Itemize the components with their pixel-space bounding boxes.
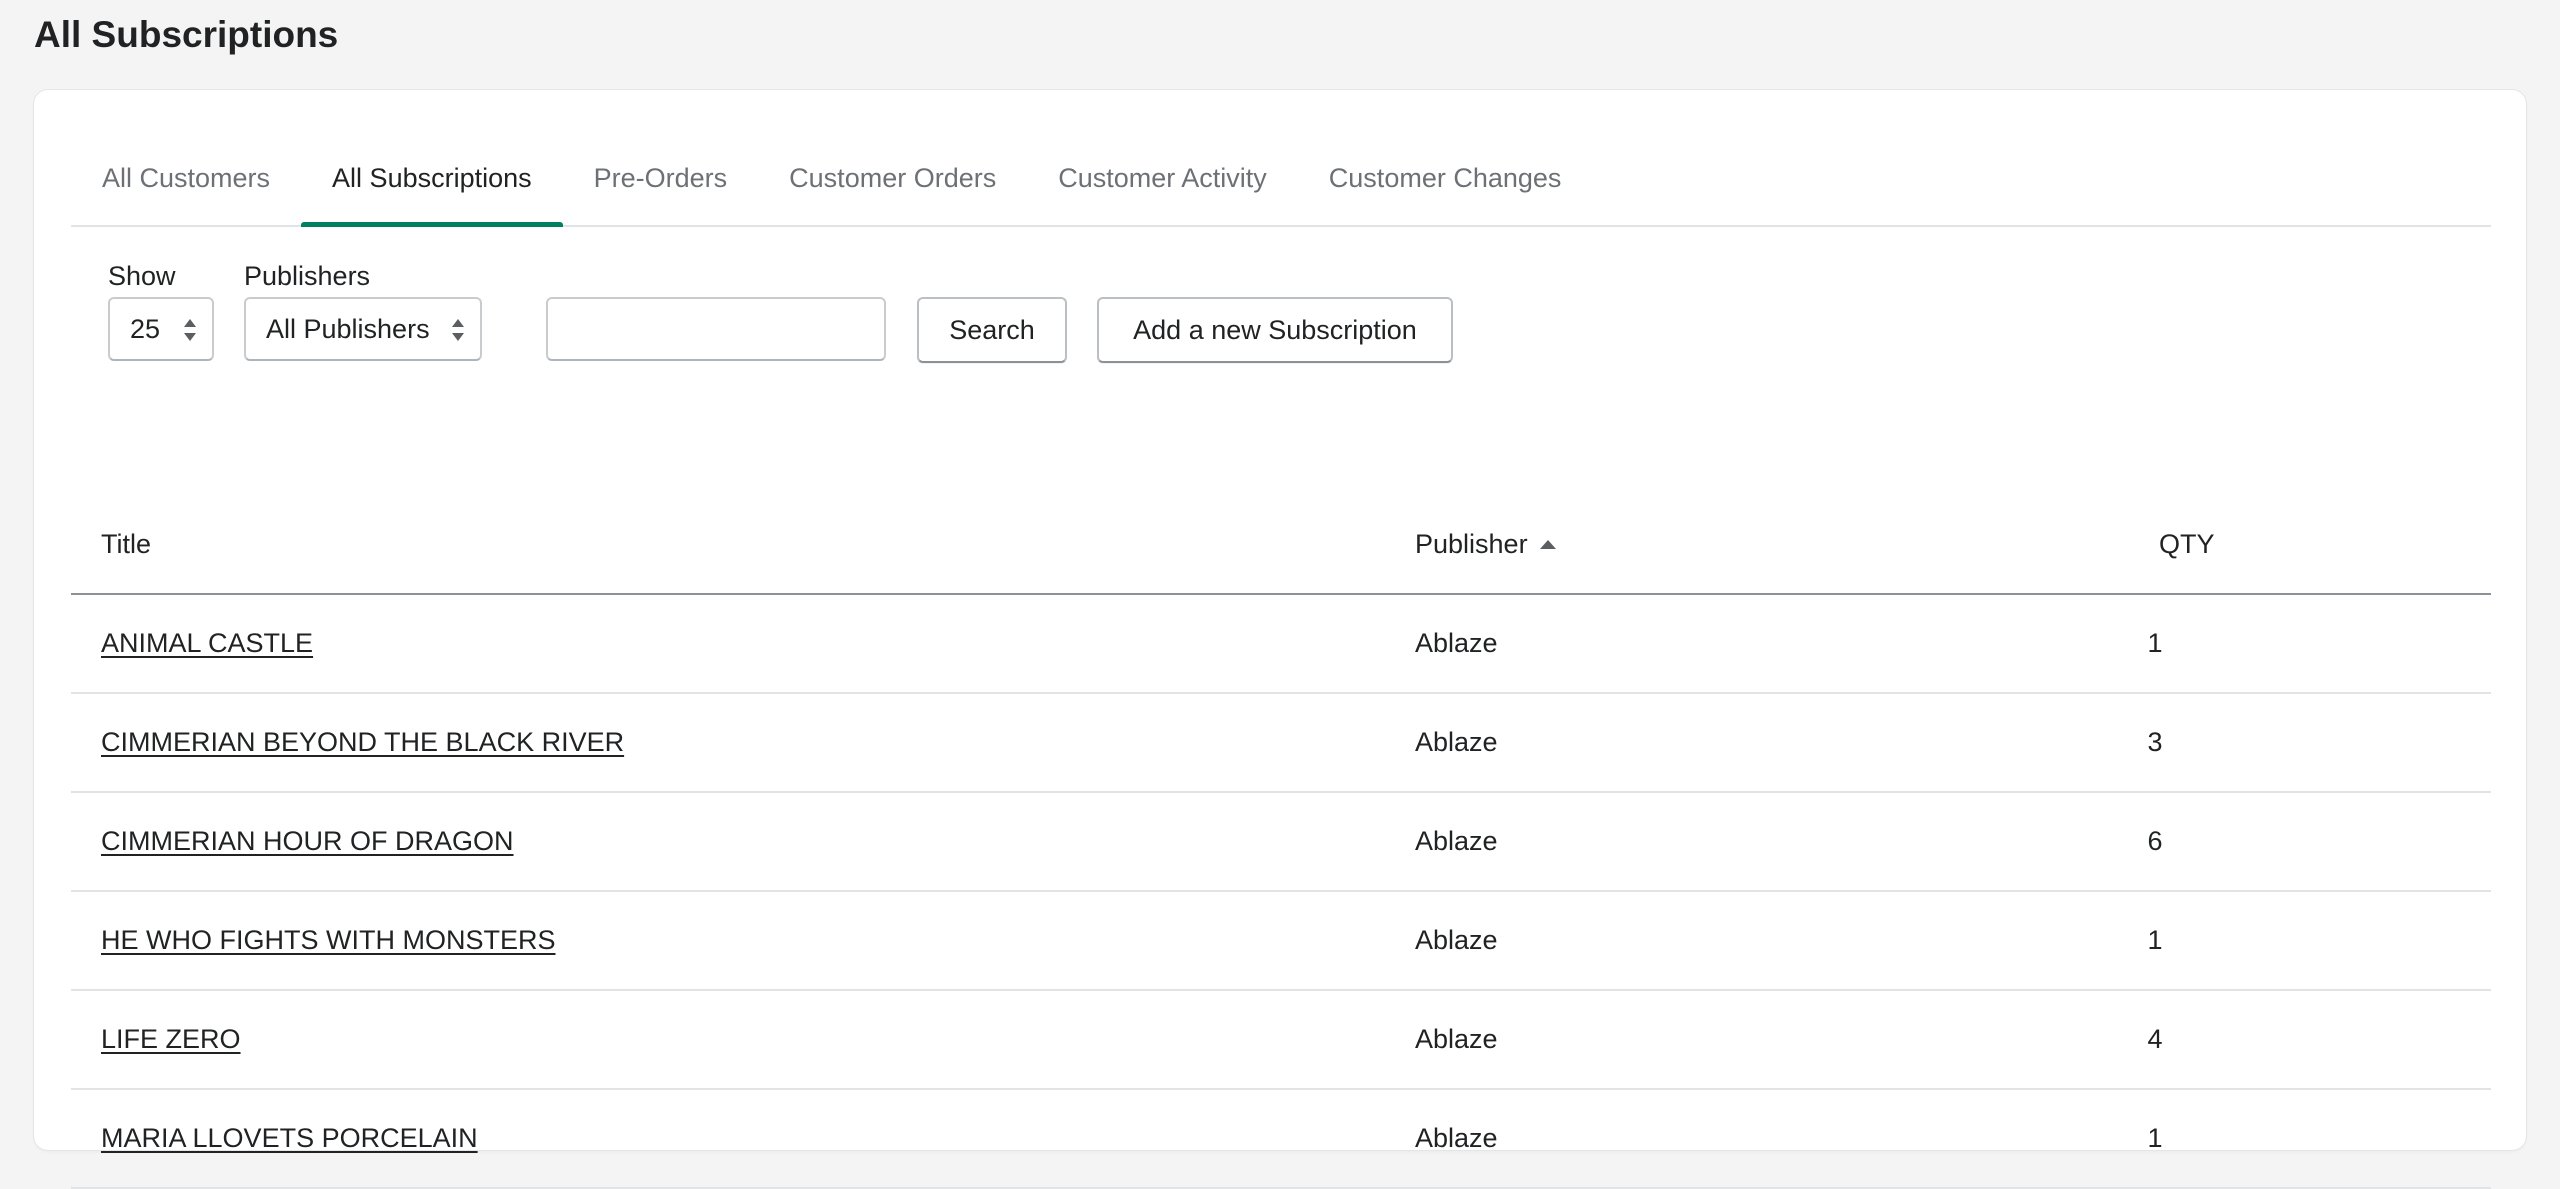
show-label: Show bbox=[108, 261, 176, 291]
search-input[interactable] bbox=[546, 297, 886, 361]
publisher-cell: Ablaze bbox=[1415, 891, 2145, 991]
qty-cell: 4 bbox=[2147, 1024, 2163, 1054]
publisher-cell: Ablaze bbox=[1415, 990, 2145, 1090]
search-button[interactable]: Search bbox=[917, 297, 1067, 363]
tab-customer-orders[interactable]: Customer Orders bbox=[758, 150, 1027, 225]
table-row: ANIMAL CASTLE Ablaze 1 bbox=[71, 594, 2491, 694]
qty-column-header[interactable]: QTY bbox=[2145, 495, 2491, 595]
subscription-title-link[interactable]: ANIMAL CASTLE bbox=[101, 628, 313, 658]
publisher-header-label: Publisher bbox=[1415, 528, 1528, 559]
page-size-value: 25 bbox=[130, 314, 161, 344]
qty-cell: 3 bbox=[2147, 727, 2163, 757]
publisher-cell: Ablaze bbox=[1415, 1089, 2145, 1189]
publisher-cell: Ablaze bbox=[1415, 693, 2145, 793]
page-title: All Subscriptions bbox=[34, 14, 339, 55]
table-row: MARIA LLOVETS PORCELAIN Ablaze 1 bbox=[71, 1089, 2491, 1189]
subscription-title-link[interactable]: HE WHO FIGHTS WITH MONSTERS bbox=[101, 925, 555, 955]
publishers-select[interactable]: All Publishers bbox=[244, 297, 482, 361]
select-arrows-icon bbox=[184, 319, 196, 341]
subscriptions-card: All Customers All Subscriptions Pre-Orde… bbox=[34, 90, 2526, 1189]
table-header-row: Title Publisher QTY bbox=[71, 495, 2491, 595]
publishers-label: Publishers bbox=[244, 261, 371, 291]
qty-cell: 1 bbox=[2147, 925, 2163, 955]
table-row: CIMMERIAN HOUR OF DRAGON Ablaze 6 bbox=[71, 792, 2491, 892]
tab-all-subscriptions[interactable]: All Subscriptions bbox=[301, 150, 563, 227]
table-row: HE WHO FIGHTS WITH MONSTERS Ablaze 1 bbox=[71, 891, 2491, 991]
publisher-column-header[interactable]: Publisher bbox=[1415, 495, 2145, 595]
table-row: CIMMERIAN BEYOND THE BLACK RIVER Ablaze … bbox=[71, 693, 2491, 793]
tab-customer-changes[interactable]: Customer Changes bbox=[1298, 150, 1593, 225]
sort-ascending-icon bbox=[1539, 539, 1556, 549]
subscription-title-link[interactable]: MARIA LLOVETS PORCELAIN bbox=[101, 1123, 478, 1153]
qty-cell: 6 bbox=[2147, 826, 2163, 856]
table-row: LIFE ZERO Ablaze 4 bbox=[71, 990, 2491, 1090]
title-header-label: Title bbox=[101, 528, 152, 559]
publisher-cell: Ablaze bbox=[1415, 792, 2145, 892]
subscription-title-link[interactable]: LIFE ZERO bbox=[101, 1024, 241, 1054]
subscription-title-link[interactable]: CIMMERIAN BEYOND THE BLACK RIVER bbox=[101, 727, 624, 757]
tab-all-customers[interactable]: All Customers bbox=[71, 150, 301, 225]
subscription-title-link[interactable]: CIMMERIAN HOUR OF DRAGON bbox=[101, 826, 514, 856]
tab-customer-activity[interactable]: Customer Activity bbox=[1027, 150, 1298, 225]
qty-header-label: QTY bbox=[2159, 528, 2215, 559]
tab-pre-orders[interactable]: Pre-Orders bbox=[563, 150, 759, 225]
publisher-cell: Ablaze bbox=[1415, 594, 2145, 694]
qty-cell: 1 bbox=[2147, 1123, 2163, 1153]
tab-bar: All Customers All Subscriptions Pre-Orde… bbox=[71, 150, 2491, 227]
qty-cell: 1 bbox=[2147, 628, 2163, 658]
add-subscription-button[interactable]: Add a new Subscription bbox=[1097, 297, 1453, 363]
publishers-value: All Publishers bbox=[266, 314, 430, 344]
page-size-select[interactable]: 25 bbox=[108, 297, 214, 361]
title-column-header[interactable]: Title bbox=[71, 495, 1415, 595]
select-arrows-icon bbox=[452, 319, 464, 341]
subscriptions-table: Title Publisher QTY ANIMAL CASTLE Ablaze… bbox=[71, 495, 2491, 1189]
